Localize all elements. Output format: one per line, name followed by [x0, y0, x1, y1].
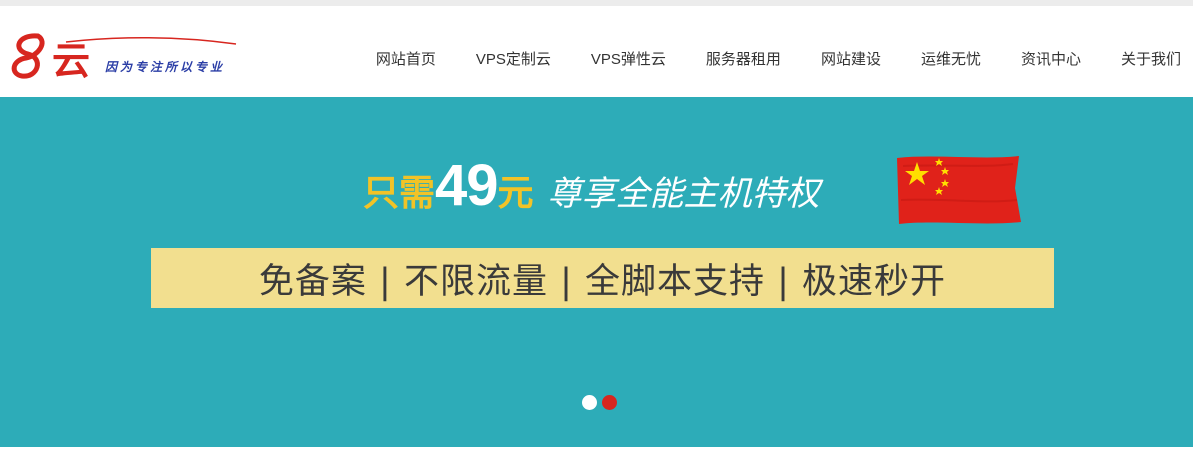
headline-prefix: 只需 — [363, 173, 436, 214]
nav-item-vps-custom[interactable]: VPS定制云 — [476, 48, 551, 69]
nav-item-web-build[interactable]: 网站建设 — [821, 48, 881, 69]
carousel-dot-1[interactable] — [582, 395, 597, 410]
logo-tagline: 因为专注所以专业 — [105, 60, 226, 74]
site-logo[interactable]: 云 因为专注所以专业 — [8, 28, 240, 88]
site-header: 云 因为专注所以专业 网站首页 VPS定制云 VPS弹性云 服务器租用 网站建设… — [0, 6, 1193, 97]
feature-bar: 免备案 | 不限流量 | 全脚本支持 | 极速秒开 — [151, 248, 1054, 308]
features-text: 免备案 | 不限流量 | 全脚本支持 | 极速秒开 — [258, 261, 947, 302]
headline-price: 49 — [435, 153, 499, 218]
carousel-dots — [582, 395, 622, 410]
page-below-banner — [0, 447, 1193, 472]
carousel-dot-2-active[interactable] — [602, 395, 617, 410]
nav-item-news[interactable]: 资讯中心 — [1021, 48, 1081, 69]
nav-item-server-rental[interactable]: 服务器租用 — [706, 48, 781, 69]
svg-text:云: 云 — [52, 38, 90, 83]
hero-banner[interactable]: 只需 49 元 尊享全能主机特权 免备案 | 不限流量 | 全脚本支持 | 极速… — [0, 97, 1193, 447]
main-nav: 网站首页 VPS定制云 VPS弹性云 服务器租用 网站建设 运维无忧 资讯中心 … — [376, 48, 1181, 69]
banner-headline: 只需 49 元 尊享全能主机特权 — [363, 152, 820, 222]
nav-item-home[interactable]: 网站首页 — [376, 48, 436, 69]
nav-item-about[interactable]: 关于我们 — [1121, 48, 1181, 69]
china-flag-icon — [893, 152, 1023, 227]
nav-item-ops[interactable]: 运维无忧 — [921, 48, 981, 69]
headline-unit: 元 — [497, 173, 534, 214]
nav-item-vps-elastic[interactable]: VPS弹性云 — [591, 48, 666, 69]
headline-slogan: 尊享全能主机特权 — [547, 174, 820, 214]
